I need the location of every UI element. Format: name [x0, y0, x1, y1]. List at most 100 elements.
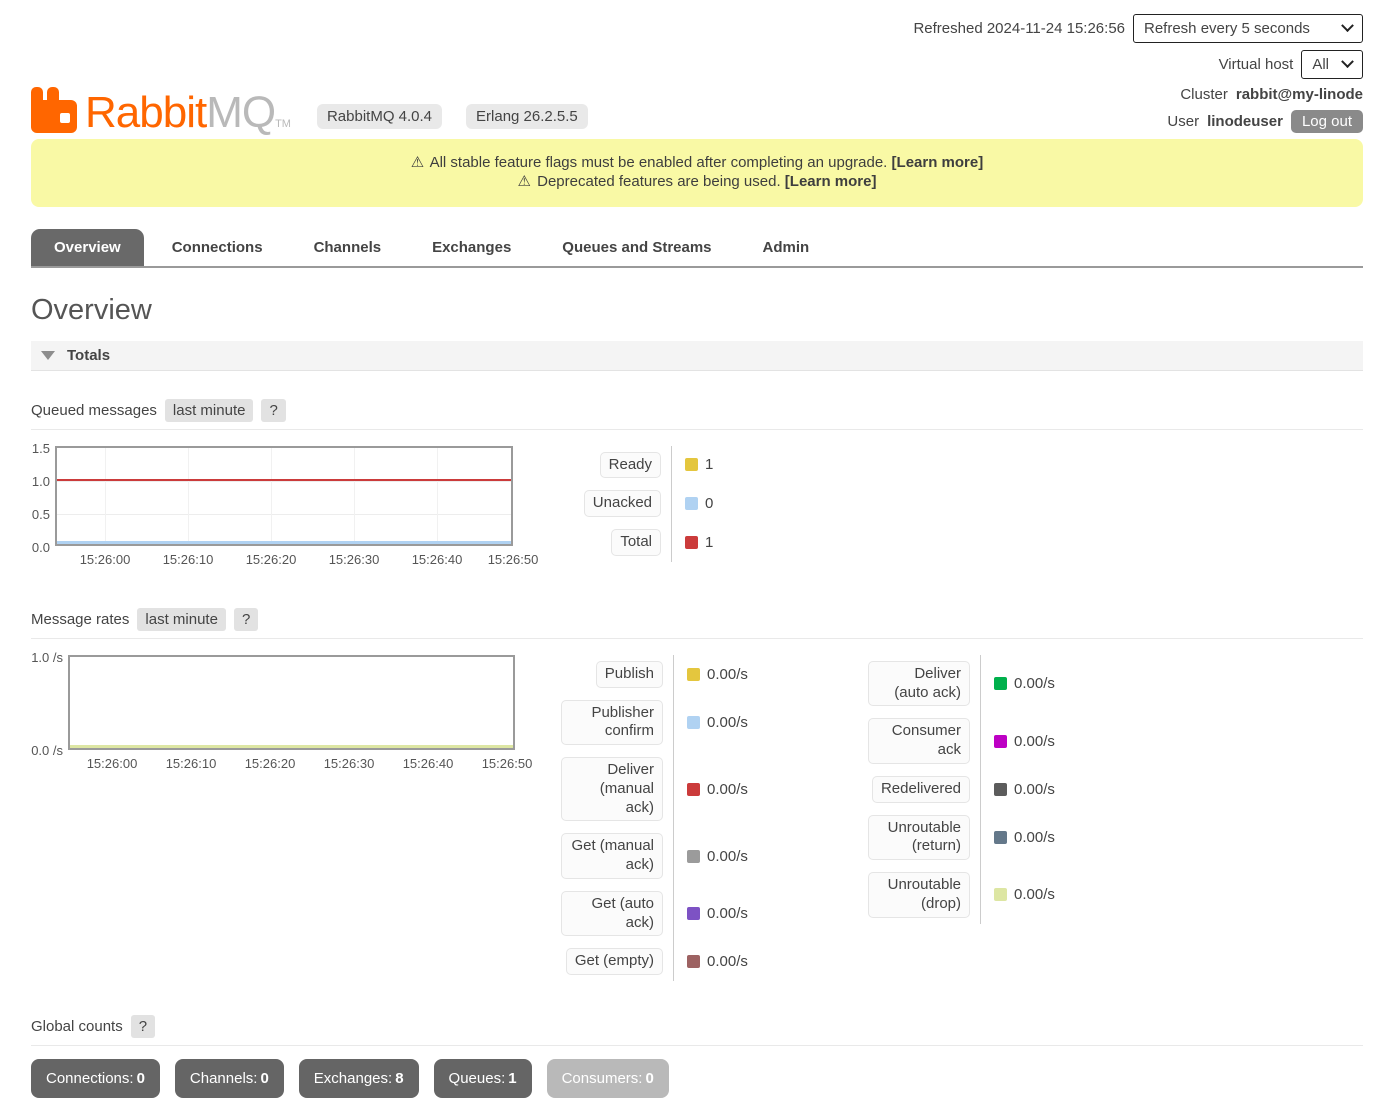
legend-label-unroutable-drop[interactable]: Unroutable (drop): [868, 872, 970, 918]
tab-connections[interactable]: Connections: [149, 229, 286, 266]
y-axis-tick: 1.5: [32, 441, 50, 456]
message-rates-chart: 1.0 /s 0.0 /s 15:26:00 15:26:10 15:26:20…: [68, 655, 515, 750]
legend-row-unroutable-drop: Unroutable (drop) 0.00/s: [868, 866, 1075, 924]
refreshed-timestamp: Refreshed 2024-11-24 15:26:56: [913, 20, 1125, 37]
y-axis-tick: 1.0 /s: [31, 650, 63, 665]
connections-count-button[interactable]: Connections:0: [31, 1059, 160, 1098]
y-axis-tick: 1.0: [32, 474, 50, 489]
cluster-label: Cluster: [1180, 86, 1228, 103]
legend-row-unroutable-return: Unroutable (return) 0.00/s: [868, 809, 1075, 867]
legend-label-get-empty[interactable]: Get (empty): [566, 948, 663, 975]
logout-button[interactable]: Log out: [1291, 110, 1363, 133]
collapse-toggle-icon[interactable]: [41, 351, 55, 360]
legend-label-total[interactable]: Total: [611, 529, 661, 556]
message-rates-legend-col1: Publish 0.00/s Publisher confirm 0.00/s …: [561, 655, 768, 981]
legend-row-publish: Publish 0.00/s: [561, 655, 768, 694]
banner-line-1: ⚠ All stable feature flags must be enabl…: [41, 154, 1353, 173]
x-axis-tick: 15:26:20: [246, 552, 297, 567]
legend-value: 0.00/s: [707, 666, 748, 683]
queued-messages-body: 1.5 1.0 0.5 0.0 15:26:00 15:26:10 15:26:…: [31, 446, 1388, 562]
x-axis-tick: 15:26:10: [166, 756, 217, 771]
y-axis-tick: 0.5: [32, 507, 50, 522]
legend-label-publish[interactable]: Publish: [596, 661, 663, 688]
legend-value: 0: [705, 495, 713, 512]
user-name: linodeuser: [1207, 113, 1283, 130]
rabbitmq-version-badge: RabbitMQ 4.0.4: [317, 104, 442, 129]
legend-swatch: [687, 850, 700, 863]
legend-label-publisher-confirm[interactable]: Publisher confirm: [561, 700, 663, 746]
legend-swatch: [685, 497, 698, 510]
legend-value: 0.00/s: [707, 848, 748, 865]
legend-label-unacked[interactable]: Unacked: [584, 490, 661, 517]
legend-label-unroutable-return[interactable]: Unroutable (return): [868, 815, 970, 861]
rates-range-badge[interactable]: last minute: [137, 608, 226, 631]
legend-swatch: [687, 907, 700, 920]
legend-label-get-auto-ack[interactable]: Get (auto ack): [561, 891, 663, 937]
gridline: [271, 448, 272, 544]
queued-help-icon[interactable]: ?: [261, 399, 285, 422]
legend-label-deliver-manual-ack[interactable]: Deliver (manual ack): [561, 757, 663, 821]
legend-label-redelivered[interactable]: Redelivered: [872, 776, 970, 803]
x-axis-tick: 15:26:40: [403, 756, 454, 771]
y-axis-tick: 0.0 /s: [31, 743, 63, 758]
legend-row-get-auto-ack: Get (auto ack) 0.00/s: [561, 885, 768, 943]
warning-icon: ⚠: [518, 173, 531, 190]
legend-label-consumer-ack[interactable]: Consumer ack: [868, 718, 970, 764]
queued-messages-title: Queued messages: [31, 402, 157, 419]
legend-value: 0.00/s: [1014, 675, 1055, 692]
tab-exchanges[interactable]: Exchanges: [409, 229, 534, 266]
x-axis-tick: 15:26:20: [245, 756, 296, 771]
refresh-interval-select[interactable]: Refresh every 5 seconds: [1133, 14, 1363, 43]
consumers-count-button[interactable]: Consumers:0: [547, 1059, 669, 1098]
tab-admin[interactable]: Admin: [740, 229, 833, 266]
queued-messages-legend: Ready 1 Unacked 0 Total 1: [559, 446, 766, 562]
exchanges-count-button[interactable]: Exchanges:8: [299, 1059, 419, 1098]
gridline: [354, 448, 355, 544]
main-tabs: Overview Connections Channels Exchanges …: [31, 229, 1363, 268]
legend-row-unacked: Unacked 0: [559, 484, 766, 523]
logo-wordmark: RabbitMQTM: [85, 93, 291, 133]
legend-swatch: [687, 955, 700, 968]
global-counts-title: Global counts: [31, 1018, 123, 1035]
legend-swatch: [687, 783, 700, 796]
queues-count-button[interactable]: Queues:1: [434, 1059, 532, 1098]
learn-more-link-1[interactable]: [Learn more]: [892, 154, 984, 171]
legend-swatch: [994, 735, 1007, 748]
learn-more-link-2[interactable]: [Learn more]: [785, 173, 877, 190]
message-rates-title: Message rates: [31, 611, 129, 628]
tab-queues-and-streams[interactable]: Queues and Streams: [539, 229, 734, 266]
channels-count-button[interactable]: Channels:0: [175, 1059, 284, 1098]
y-axis-tick: 0.0: [32, 540, 50, 555]
legend-label-deliver-auto-ack[interactable]: Deliver (auto ack): [868, 661, 970, 707]
x-axis-tick: 15:26:50: [488, 552, 539, 567]
legend-value: 1: [705, 534, 713, 551]
queued-range-badge[interactable]: last minute: [165, 399, 254, 422]
legend-label-get-manual-ack[interactable]: Get (manual ack): [561, 833, 663, 879]
tab-overview[interactable]: Overview: [31, 229, 144, 266]
legend-row-get-manual-ack: Get (manual ack) 0.00/s: [561, 827, 768, 885]
tab-channels[interactable]: Channels: [291, 229, 405, 266]
legend-value: 0.00/s: [1014, 733, 1055, 750]
legend-swatch: [685, 536, 698, 549]
legend-row-consumer-ack: Consumer ack 0.00/s: [868, 712, 1075, 770]
x-axis-tick: 15:26:10: [163, 552, 214, 567]
global-counts-row: Connections:0 Channels:0 Exchanges:8 Que…: [31, 1059, 1363, 1108]
legend-label-ready[interactable]: Ready: [600, 452, 661, 479]
legend-swatch: [685, 458, 698, 471]
legend-row-get-empty: Get (empty) 0.00/s: [561, 942, 768, 981]
rates-help-icon[interactable]: ?: [234, 608, 258, 631]
rabbitmq-logo-icon: [31, 87, 77, 133]
queued-messages-chart: 1.5 1.0 0.5 0.0 15:26:00 15:26:10 15:26:…: [55, 446, 513, 546]
x-axis-tick: 15:26:50: [482, 756, 533, 771]
warning-banner: ⚠ All stable feature flags must be enabl…: [31, 139, 1363, 207]
legend-value: 0.00/s: [707, 953, 748, 970]
legend-swatch: [994, 888, 1007, 901]
legend-value: 0.00/s: [1014, 829, 1055, 846]
total-series-line: [57, 479, 511, 482]
totals-section-bar[interactable]: Totals: [31, 341, 1363, 371]
legend-row-deliver-auto-ack: Deliver (auto ack) 0.00/s: [868, 655, 1075, 713]
legend-row-total: Total 1: [559, 523, 766, 562]
virtual-host-select[interactable]: All: [1301, 50, 1363, 79]
legend-value: 1: [705, 456, 713, 473]
global-counts-help-icon[interactable]: ?: [131, 1015, 155, 1038]
